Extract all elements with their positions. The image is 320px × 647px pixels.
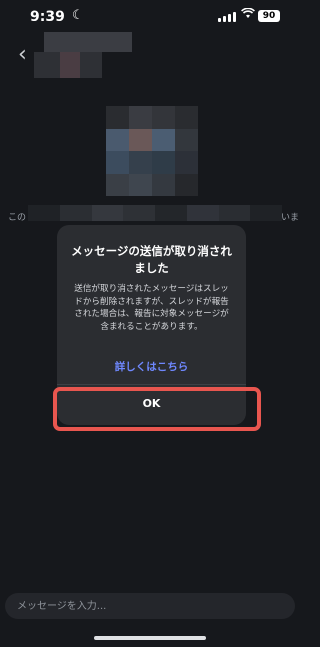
preview-text-end: いま <box>281 213 300 223</box>
back-chevron-icon[interactable]: ‹ <box>18 42 27 67</box>
redacted-avatar <box>106 106 198 196</box>
signal-icon <box>218 12 236 22</box>
redacted-message-preview <box>28 205 282 221</box>
message-composer[interactable] <box>5 593 295 619</box>
preview-text-start: この <box>8 213 27 223</box>
status-bar: 9:39 ☾ 90 <box>0 0 300 34</box>
home-indicator[interactable] <box>94 636 206 640</box>
dialog-body: 送信が取り消されたメッセージはスレッドから削除されますが、スレッドが報告された場… <box>74 284 229 332</box>
message-input[interactable] <box>5 593 287 619</box>
unsend-message-dialog: メッセージの送信が取り消されました 送信が取り消されたメッセージはスレッドから削… <box>57 225 246 425</box>
battery-indicator: 90 <box>258 10 280 22</box>
clock: 9:39 <box>30 9 65 25</box>
redacted-name-block <box>60 52 80 78</box>
dialog-title: メッセージの送信が取り消されました <box>71 244 232 275</box>
moon-icon: ☾ <box>72 8 84 23</box>
learn-more-link[interactable]: 詳しくはこちら <box>57 359 246 374</box>
wifi-icon <box>241 7 255 23</box>
redacted-name-block <box>44 32 132 52</box>
ok-button[interactable]: OK <box>57 385 246 425</box>
